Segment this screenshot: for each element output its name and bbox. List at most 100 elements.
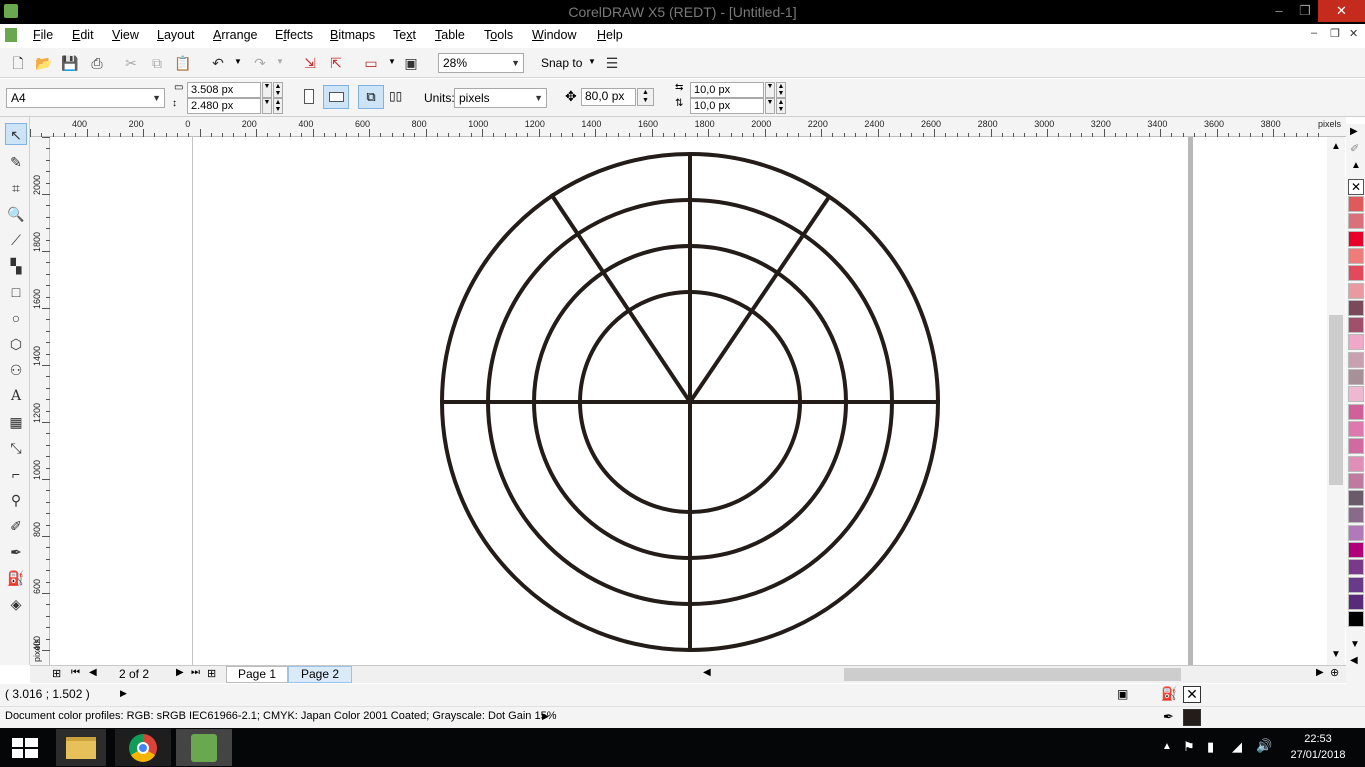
portrait-icon[interactable]: [304, 89, 314, 104]
new-document-icon[interactable]: 🗋: [8, 53, 28, 73]
color-swatch[interactable]: [1348, 455, 1364, 472]
duplicate-x-dropdown[interactable]: ▼: [765, 82, 775, 98]
launcher-dropdown-icon[interactable]: ▼: [388, 57, 396, 66]
crop-tool-icon[interactable]: ⌗: [5, 177, 27, 199]
copy-icon[interactable]: ⧉: [147, 53, 167, 73]
color-swatch[interactable]: [1348, 472, 1364, 489]
menu-arrange[interactable]: Arrange: [213, 28, 257, 42]
dimension-tool-icon[interactable]: ⤡: [5, 437, 27, 459]
color-swatch[interactable]: [1348, 299, 1364, 316]
color-swatch[interactable]: [1348, 282, 1364, 299]
status-expand-icon[interactable]: ▶: [120, 688, 127, 699]
clock-time[interactable]: 22:53: [1290, 733, 1346, 745]
color-swatch[interactable]: [1348, 213, 1364, 230]
close-button[interactable]: ✕: [1318, 0, 1365, 22]
menu-help[interactable]: Help: [597, 28, 623, 42]
chrome-button[interactable]: [115, 729, 171, 766]
page-height-field[interactable]: 2.480 px: [187, 98, 261, 114]
vertical-scrollbar[interactable]: ▲ ▼: [1327, 137, 1345, 665]
fill-none-swatch[interactable]: ✕: [1183, 686, 1201, 703]
text-tool-icon[interactable]: A: [5, 385, 27, 407]
duplicate-x-spinner[interactable]: ▲ ▼: [776, 82, 786, 98]
navigator-zoom-icon[interactable]: ⊕: [1330, 666, 1339, 679]
document-color-profiles[interactable]: Document color profiles: RGB: sRGB IEC61…: [5, 710, 556, 722]
page-width-spinner[interactable]: ▲ ▼: [273, 82, 283, 98]
outline-pen-tool-icon[interactable]: ✒: [5, 541, 27, 563]
menu-layout[interactable]: Layout: [157, 28, 195, 42]
color-swatch[interactable]: [1348, 351, 1364, 368]
display-mode-icon[interactable]: ▣: [1117, 687, 1128, 701]
windows-start-icon[interactable]: [12, 738, 38, 758]
palette-eyedropper-icon[interactable]: ✐: [1350, 142, 1359, 155]
coreldraw-taskbar-button[interactable]: [176, 729, 232, 766]
basic-shapes-tool-icon[interactable]: ⚇: [5, 359, 27, 381]
clock-date[interactable]: 27/01/2018: [1284, 749, 1352, 761]
vertical-scroll-thumb[interactable]: [1329, 315, 1343, 485]
duplicate-y-field[interactable]: 10,0 px: [690, 98, 764, 114]
blend-tool-icon[interactable]: ⚲: [5, 489, 27, 511]
zoom-level-combo[interactable]: 28% ▼: [438, 53, 524, 73]
freehand-tool-icon[interactable]: ⟋: [5, 229, 27, 251]
show-hidden-icons[interactable]: ▲: [1162, 741, 1172, 752]
battery-icon[interactable]: ▮: [1207, 739, 1214, 755]
nudge-spinner[interactable]: ▲ ▼: [637, 88, 654, 106]
color-swatch[interactable]: [1348, 403, 1364, 420]
menu-view[interactable]: View: [112, 28, 139, 42]
horizontal-scroll-thumb[interactable]: [844, 668, 1181, 681]
rectangle-tool-icon[interactable]: □: [5, 281, 27, 303]
welcome-screen-icon[interactable]: ▣: [401, 53, 421, 73]
add-page-before-icon[interactable]: ⊞: [52, 667, 61, 680]
doc-minimize-button[interactable]: –: [1311, 27, 1317, 39]
volume-icon[interactable]: 🔊: [1256, 738, 1272, 754]
menu-window[interactable]: Window: [532, 28, 576, 42]
color-swatch[interactable]: [1348, 317, 1364, 334]
palette-scroll-up-icon[interactable]: ▲: [1351, 160, 1361, 171]
redo-dropdown-icon[interactable]: ▼: [276, 57, 284, 66]
color-swatch[interactable]: [1348, 490, 1364, 507]
duplicate-x-field[interactable]: 10,0 px: [690, 82, 764, 98]
cut-icon[interactable]: ✂: [121, 53, 141, 73]
color-swatch[interactable]: [1348, 369, 1364, 385]
tab-page-2[interactable]: Page 2: [288, 666, 352, 683]
snap-to-dropdown-icon[interactable]: ▼: [588, 57, 596, 66]
profiles-expand-icon[interactable]: ▶: [542, 711, 549, 722]
menu-text[interactable]: Text: [393, 28, 416, 42]
target-drawing[interactable]: [51, 137, 1327, 665]
eyedropper-tool-icon[interactable]: ✐: [5, 515, 27, 537]
snap-to-button[interactable]: Snap to: [541, 56, 582, 70]
ellipse-tool-icon[interactable]: ○: [5, 307, 27, 329]
doc-restore-button[interactable]: ❐: [1330, 27, 1340, 40]
color-swatch[interactable]: [1348, 438, 1364, 455]
scroll-left-icon[interactable]: ◀: [703, 667, 711, 678]
palette-flyout-icon[interactable]: ▶: [1350, 126, 1358, 137]
network-signal-icon[interactable]: ◢: [1232, 739, 1242, 755]
first-page-icon[interactable]: ⏮: [71, 667, 80, 678]
menu-file[interactable]: File: [33, 28, 53, 42]
color-swatch[interactable]: [1348, 386, 1364, 403]
color-swatch[interactable]: [1348, 507, 1364, 524]
menu-edit[interactable]: Edit: [72, 28, 94, 42]
color-swatch[interactable]: [1348, 334, 1364, 351]
scroll-down-icon[interactable]: ▼: [1331, 649, 1341, 660]
color-swatch[interactable]: [1348, 576, 1364, 593]
page-width-dropdown[interactable]: ▼: [262, 82, 272, 98]
scroll-up-icon[interactable]: ▲: [1331, 141, 1341, 152]
application-launcher-icon[interactable]: ▭: [361, 53, 381, 73]
shape-tool-icon[interactable]: ✎: [5, 151, 27, 173]
all-pages-button[interactable]: ⧉: [358, 85, 384, 109]
doc-close-button[interactable]: ✕: [1349, 27, 1358, 40]
interactive-fill-tool-icon[interactable]: ◈: [5, 593, 27, 615]
tab-page-1[interactable]: Page 1: [226, 666, 288, 683]
color-swatch[interactable]: [1348, 247, 1364, 264]
import-icon[interactable]: ⇲: [300, 53, 320, 73]
save-icon[interactable]: 💾: [60, 53, 80, 73]
menu-table[interactable]: Table: [435, 28, 465, 42]
polygon-tool-icon[interactable]: ⬡: [5, 333, 27, 355]
pick-tool-icon[interactable]: ↖: [5, 123, 27, 145]
horizontal-ruler[interactable]: pixels 400 200 0 200 400 600 800 1000 1200 1400 16…: [30, 117, 1346, 137]
menu-effects[interactable]: Effects: [275, 28, 313, 42]
color-swatch[interactable]: [1348, 196, 1364, 212]
fill-tool-icon[interactable]: ⛽: [5, 567, 27, 589]
nudge-distance-field[interactable]: 80,0 px: [581, 88, 636, 106]
menu-bitmaps[interactable]: Bitmaps: [330, 28, 375, 42]
